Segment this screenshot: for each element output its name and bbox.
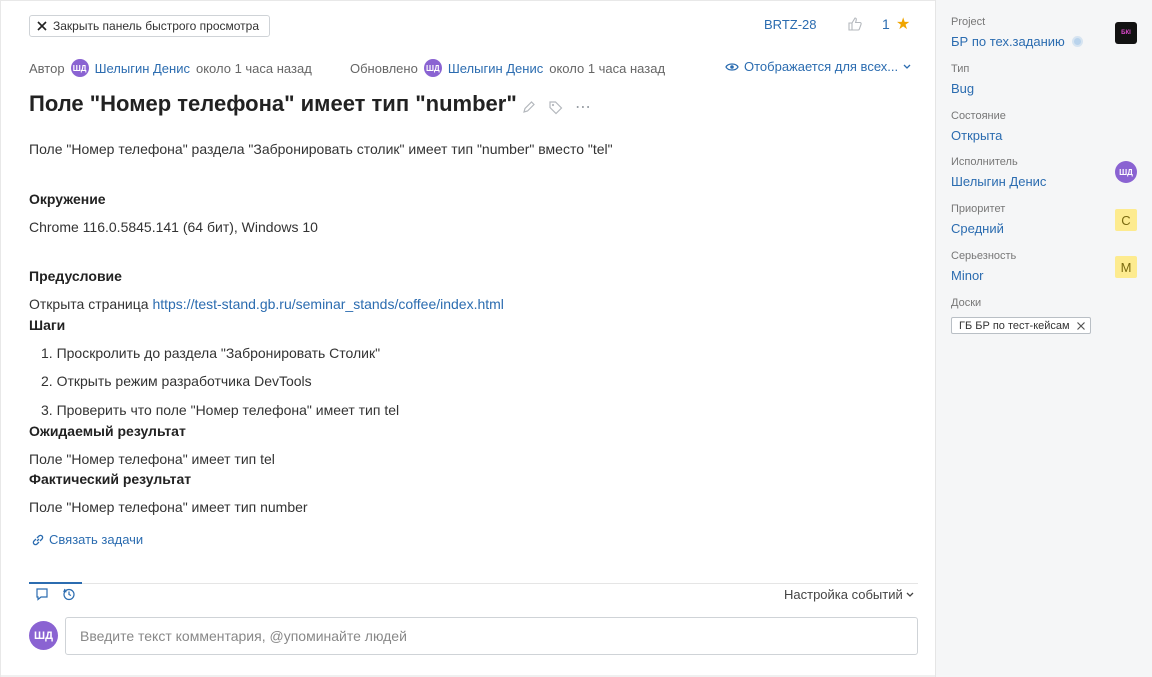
chevron-down-icon	[903, 64, 911, 69]
priority-label: Приоритет	[951, 203, 1006, 215]
eye-icon	[725, 62, 739, 71]
author-label: Автор	[29, 60, 65, 76]
priority-badge: С	[1115, 209, 1137, 231]
event-settings-label: Настройка событий	[784, 587, 903, 602]
author-name[interactable]: Шелыгин Денис	[95, 61, 190, 76]
active-tab-indicator	[29, 582, 82, 584]
issue-fields-sidebar: Project БР по тех.заданию БКI Тип Bug Со…	[935, 0, 1152, 677]
activity-tabs-divider	[29, 583, 918, 584]
updated-avatar: ШД	[423, 59, 442, 77]
close-quick-view-label: Закрыть панель быстрого просмотра	[53, 19, 260, 33]
comment-input[interactable]	[65, 617, 918, 655]
board-chip[interactable]: ГБ БР по тест-кейсам	[951, 317, 1091, 334]
priority-value[interactable]: Средний	[951, 221, 1004, 236]
precondition-label: Открыта страница	[29, 296, 153, 312]
close-icon[interactable]	[1076, 321, 1086, 331]
type-value[interactable]: Bug	[951, 81, 974, 96]
expected-text: Поле "Номер телефона" имеет тип tel	[29, 451, 275, 467]
close-icon	[37, 21, 47, 31]
steps-heading: Шаги	[29, 317, 66, 333]
author-time: около 1 часа назад	[195, 60, 312, 76]
commenter-avatar: ШД	[29, 621, 58, 650]
close-quick-view-button[interactable]: Закрыть панель быстрого просмотра	[29, 15, 271, 37]
chevron-down-icon	[906, 592, 914, 597]
assignee-label: Исполнитель	[951, 156, 1018, 168]
precondition-heading: Предусловие	[29, 268, 122, 284]
step-item: 2. Открыть режим разработчика DevTools	[41, 373, 312, 389]
title-actions: ⋯	[522, 97, 592, 117]
more-icon[interactable]: ⋯	[575, 97, 592, 117]
issue-detail-panel: Закрыть панель быстрого просмотра BRTZ-2…	[0, 0, 936, 677]
likes-count: 1	[882, 16, 890, 32]
env-heading: Окружение	[29, 191, 106, 207]
status-label: Состояние	[951, 110, 1006, 122]
actual-heading: Фактический результат	[29, 471, 192, 487]
severity-badge: M	[1115, 256, 1137, 278]
env-text: Chrome 116.0.5845.141 (64 бит), Windows …	[29, 219, 318, 235]
comments-tab-icon[interactable]	[35, 587, 49, 604]
tag-icon[interactable]	[548, 100, 563, 115]
project-name: БР по тех.заданию	[951, 34, 1065, 49]
project-label: Project	[951, 16, 986, 28]
issue-summary: Поле "Номер телефона" раздела "Заброниро…	[29, 141, 613, 157]
settings-icon	[1072, 36, 1084, 47]
step-item: 1. Проскролить до раздела "Забронировать…	[41, 345, 381, 361]
project-value[interactable]: БР по тех.заданию	[951, 34, 1084, 49]
updated-meta: Обновлено ШД Шелыгин Денис около 1 часа …	[350, 59, 665, 77]
project-logo: БКI	[1115, 22, 1137, 44]
precondition-text: Открыта страница https://test-stand.gb.r…	[29, 296, 504, 312]
edit-icon[interactable]	[522, 100, 536, 114]
visibility-label: Отображается для всех...	[744, 59, 899, 74]
step-item: 3. Проверить что поле "Номер телефона" и…	[41, 402, 400, 418]
status-value[interactable]: Открыта	[951, 128, 1002, 143]
history-tab-icon[interactable]	[62, 587, 76, 604]
board-name: ГБ БР по тест-кейсам	[959, 319, 1070, 332]
actual-text: Поле "Номер телефона" имеет тип number	[29, 499, 308, 515]
star-icon[interactable]: ★	[896, 14, 910, 34]
severity-value[interactable]: Minor	[951, 268, 984, 283]
precondition-link[interactable]: https://test-stand.gb.ru/seminar_stands/…	[152, 296, 503, 312]
thumbs-up-icon[interactable]	[847, 16, 863, 35]
link-tasks-button[interactable]: Связать задачи	[31, 532, 143, 547]
link-tasks-label: Связать задачи	[49, 532, 144, 547]
author-avatar: ШД	[70, 59, 89, 77]
event-settings-dropdown[interactable]: Настройка событий	[784, 587, 914, 602]
type-label: Тип	[951, 63, 970, 75]
link-icon	[32, 534, 44, 545]
assignee-value[interactable]: Шелыгин Денис	[951, 174, 1046, 189]
severity-label: Серьезность	[951, 250, 1017, 262]
boards-label: Доски	[951, 297, 982, 309]
updated-label: Обновлено	[350, 60, 418, 76]
updated-time: около 1 часа назад	[549, 60, 666, 76]
issue-key[interactable]: BRTZ-28	[764, 17, 817, 32]
visibility-dropdown[interactable]: Отображается для всех...	[725, 59, 911, 74]
issue-title: Поле "Номер телефона" имеет тип "number"	[29, 91, 517, 116]
updated-name[interactable]: Шелыгин Денис	[448, 61, 543, 76]
assignee-avatar: ШД	[1115, 161, 1137, 183]
author-meta: Автор ШД Шелыгин Денис около 1 часа наза…	[29, 59, 312, 77]
expected-heading: Ожидаемый результат	[29, 423, 186, 439]
